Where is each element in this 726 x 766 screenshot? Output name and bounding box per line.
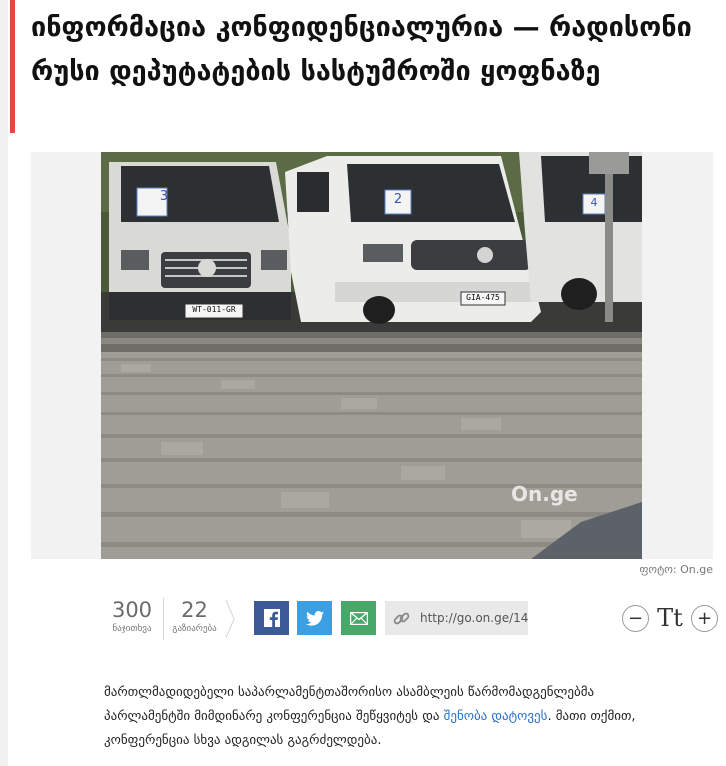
paper-sign-4: 4 [590,196,598,209]
photo-credit: ფოტო: On.ge [639,563,713,576]
facebook-share-button[interactable] [254,601,289,635]
font-decrease-button[interactable]: − [622,604,649,632]
paper-sign-2: 2 [393,192,403,207]
twitter-icon [305,610,324,626]
article-title: ინფორმაცია კონფიდენციალურია — რადისონი რ… [31,12,692,87]
title-accent-bar [10,0,15,133]
link-icon [393,610,410,627]
article-body: მართლმადიდებელი საპარლამენტთაშორისო ასამ… [104,681,664,753]
font-size-controls: − Tt + [622,603,718,633]
plate-left: WT-011-GR [192,305,236,314]
mail-icon [349,611,368,625]
text-size-icon: Tt [657,604,683,632]
shares-count: 22 [181,598,208,622]
left-margin-rule [0,0,8,766]
article-stats: 300 ნაჯითხვა 22 გაზიარება [101,598,235,640]
views-stat: 300 ნაჯითხვა [101,598,163,640]
plate-right: GIA-475 [466,293,500,302]
photo-frame: 3 2 4 WT-011-GR GIA-475 On.ge [31,152,713,559]
stats-arrow-icon [225,599,235,639]
facebook-icon [263,609,280,627]
article-photo[interactable]: 3 2 4 WT-011-GR GIA-475 On.ge [101,152,642,559]
van-right [519,152,642,322]
van-left [109,162,291,320]
shares-stat: 22 გაზიარება [163,598,225,640]
views-count: 300 [111,598,153,622]
short-link-text[interactable]: http://go.on.ge/14t [420,611,528,625]
shares-label: გაზიარება [172,624,217,634]
paper-sign-3: 3 [159,189,169,204]
email-share-button[interactable] [341,601,376,635]
body-inline-link[interactable]: შენობა დატოვეს [444,709,548,724]
twitter-share-button[interactable] [297,601,332,635]
font-increase-button[interactable]: + [691,604,718,632]
short-link-field[interactable]: http://go.on.ge/14t [385,601,528,635]
photo-watermark: On.ge [511,482,578,506]
views-label: ნაჯითხვა [112,624,152,634]
